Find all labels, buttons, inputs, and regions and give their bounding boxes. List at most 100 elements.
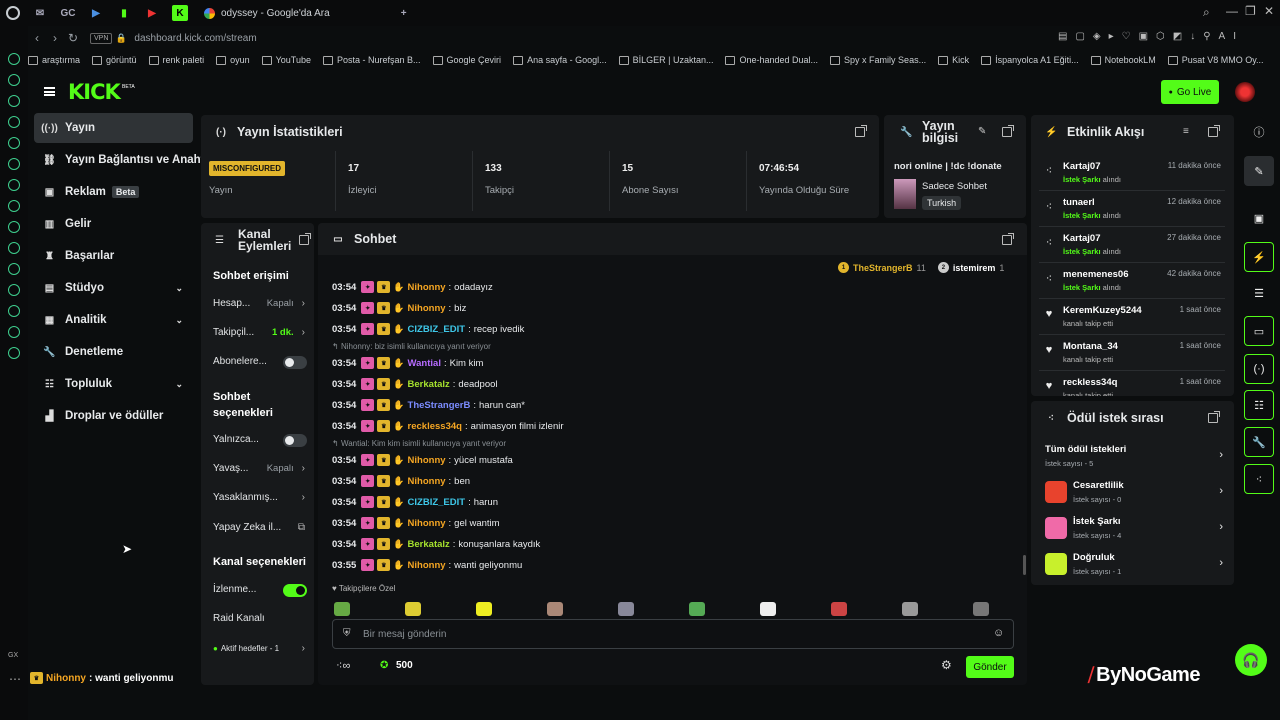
- banned-words-row[interactable]: Yasaklanmış... ›: [213, 492, 305, 503]
- avatar[interactable]: [1235, 82, 1255, 102]
- ai-moderation-row[interactable]: Yapay Zeka il... ⧉: [213, 522, 305, 533]
- popout-icon[interactable]: [1002, 233, 1014, 245]
- vpn-badge[interactable]: VPN: [90, 32, 113, 44]
- chat-message[interactable]: 03:54 ✦ ♛ ✋ Wantial: Kim kim: [332, 357, 483, 369]
- sidebar-icon-3[interactable]: [8, 95, 20, 107]
- emote-icon[interactable]: [618, 602, 634, 616]
- go-live-button[interactable]: ● Go Live: [1161, 80, 1219, 104]
- bookmark-item[interactable]: Google Çeviri: [432, 55, 501, 65]
- chat-input[interactable]: ⛨ Bir mesaj gönderin ☺: [332, 619, 1014, 649]
- youtube-icon[interactable]: ▶: [144, 5, 160, 21]
- settings-icon[interactable]: ⚙: [941, 658, 952, 672]
- history-icon[interactable]: [8, 305, 20, 317]
- nav-item-revenue[interactable]: ▥ Gelir: [34, 209, 193, 239]
- nav-item-studio[interactable]: ▤ Stüdyo ⌄: [34, 273, 193, 303]
- player-icon[interactable]: [8, 284, 20, 296]
- tiktok-icon[interactable]: [8, 221, 20, 233]
- bookmark-item[interactable]: araştırma: [28, 55, 80, 65]
- more-icon[interactable]: ⋯: [9, 672, 21, 686]
- gifter-name[interactable]: istemirem: [953, 263, 996, 273]
- discord-icon[interactable]: [8, 179, 20, 191]
- chat-message[interactable]: 03:54 ✦ ♛ ✋ TheStrangerB: harun can*: [332, 399, 525, 411]
- popout-icon[interactable]: [1208, 411, 1220, 423]
- url-field[interactable]: dashboard.kick.com/stream: [134, 33, 256, 44]
- twitch-icon[interactable]: [8, 263, 20, 275]
- message-user[interactable]: Nihonny: [408, 455, 446, 466]
- play-icon[interactable]: ▶: [88, 5, 104, 21]
- whatsapp-icon[interactable]: [8, 158, 20, 170]
- bookmark-item[interactable]: Posta - Nurefşan B...: [322, 55, 421, 65]
- extensions-icons[interactable]: ▤▢◈▸♡▣⬡◩↓⚲AI: [1058, 31, 1244, 42]
- chat-message[interactable]: 03:54 ✦ ♛ ✋ Nihonny: odadayız: [332, 281, 493, 293]
- emote-only-toggle[interactable]: [283, 434, 307, 447]
- back-icon[interactable]: ‹: [28, 31, 46, 45]
- bolt-icon[interactable]: ⚡: [1244, 242, 1274, 272]
- emote-icon[interactable]: [689, 602, 705, 616]
- raid-channel-row[interactable]: Raid Kanalı: [213, 613, 305, 624]
- minimize-icon[interactable]: —: [1226, 4, 1238, 18]
- x-icon[interactable]: [8, 242, 20, 254]
- nav-item-achievements[interactable]: ♜ Başarılar: [34, 241, 193, 271]
- activity-user[interactable]: menemenes06: [1063, 269, 1128, 280]
- message-user[interactable]: Nihonny: [408, 518, 446, 529]
- emote-icon[interactable]: [476, 602, 492, 616]
- all-rewards-row[interactable]: Tüm ödül istekleri İstek sayısı - 5 ›: [1045, 439, 1223, 473]
- maximize-icon[interactable]: ❐: [1245, 4, 1256, 18]
- bookmark-item[interactable]: Ana sayfa - Googl...: [513, 55, 607, 65]
- reward-item[interactable]: İstek Şarkı İstek sayısı - 4 ›: [1045, 511, 1223, 545]
- followers-only-row[interactable]: Takipçil... 1 dk. ›: [213, 327, 305, 338]
- gc-icon[interactable]: GC: [60, 5, 76, 21]
- activity-user[interactable]: reckless34q: [1063, 377, 1117, 388]
- bars-icon[interactable]: ▮: [116, 5, 132, 21]
- emote-icon[interactable]: [973, 602, 989, 616]
- emote-icon[interactable]: [547, 602, 563, 616]
- activity-user[interactable]: Kartaj07: [1063, 233, 1101, 244]
- subscribers-toggle[interactable]: [283, 356, 307, 369]
- stats-icon[interactable]: ▣: [1244, 203, 1274, 233]
- sidebar-icon-2[interactable]: [8, 74, 20, 86]
- nav-item-analytics[interactable]: ▦ Analitik ⌄: [34, 305, 193, 335]
- sidebar-icon-5[interactable]: [8, 137, 20, 149]
- popout-icon[interactable]: [1208, 125, 1220, 137]
- active-goals-row[interactable]: ● Aktif hedefler - 1 ›: [213, 643, 305, 654]
- clock-icon[interactable]: [8, 326, 20, 338]
- message-user[interactable]: TheStrangerB: [408, 400, 471, 411]
- opera-gx-icon[interactable]: [6, 6, 20, 20]
- chat-message[interactable]: 03:54 ✦ ♛ ✋ Berkatalz: deadpool: [332, 378, 498, 390]
- activity-user[interactable]: KeremKuzey5244: [1063, 305, 1142, 316]
- watch-toggle[interactable]: [283, 584, 307, 597]
- message-user[interactable]: Nihonny: [408, 282, 446, 293]
- kick-tab-icon[interactable]: K: [172, 5, 188, 21]
- messenger-icon[interactable]: ✉: [32, 5, 48, 21]
- slow-mode-row[interactable]: Yavaş... Kapalı ›: [213, 463, 305, 474]
- emote-icon[interactable]: [902, 602, 918, 616]
- reward-item[interactable]: Doğruluk İstek sayısı - 1 ›: [1045, 547, 1223, 581]
- emote-icon[interactable]: [831, 602, 847, 616]
- popout-icon[interactable]: [855, 125, 867, 137]
- bookmark-item[interactable]: görüntü: [92, 55, 137, 65]
- chat-message[interactable]: 03:54 ✦ ♛ ✋ CIZBIZ_EDIT: harun: [332, 496, 498, 508]
- message-user[interactable]: Berkatalz: [408, 379, 450, 390]
- search-icon[interactable]: ⌕: [1203, 5, 1210, 20]
- message-user[interactable]: Nihonny: [408, 560, 446, 571]
- nav-item-moderation[interactable]: 🔧 Denetleme: [34, 337, 193, 367]
- emote-icon[interactable]: [760, 602, 776, 616]
- actions-icon[interactable]: ☷: [1244, 390, 1274, 420]
- chat-scrollbar[interactable]: [1023, 555, 1026, 575]
- instagram-icon[interactable]: [8, 200, 20, 212]
- message-user[interactable]: Berkatalz: [408, 539, 450, 550]
- emoji-icon[interactable]: ☺: [993, 627, 1004, 639]
- list-icon[interactable]: ☰: [1244, 278, 1274, 308]
- nav-item-drops[interactable]: ▟ Droplar ve ödüller: [34, 401, 193, 431]
- chat-icon[interactable]: ▭: [1244, 316, 1274, 346]
- chat-message[interactable]: 03:54 ✦ ♛ ✋ Nihonny: yücel mustafa: [332, 454, 513, 466]
- nav-item-stream[interactable]: ((·)) Yayın: [34, 113, 193, 143]
- message-user[interactable]: CIZBIZ_EDIT: [408, 324, 466, 335]
- chat-message[interactable]: 03:54 ✦ ♛ ✋ Nihonny: gel wantim: [332, 517, 500, 529]
- bookmark-item[interactable]: İspanyolca A1 Eğiti...: [981, 55, 1079, 65]
- bookmark-item[interactable]: BİLGER | Uzaktan...: [618, 55, 713, 65]
- info-icon[interactable]: ⓘ: [1244, 117, 1274, 147]
- message-user[interactable]: Wantial: [408, 358, 441, 369]
- chat-message[interactable]: 03:55 ✦ ♛ ✋ Nihonny: wanti geliyonmu: [332, 559, 522, 571]
- bookmark-item[interactable]: renk paleti: [148, 55, 204, 65]
